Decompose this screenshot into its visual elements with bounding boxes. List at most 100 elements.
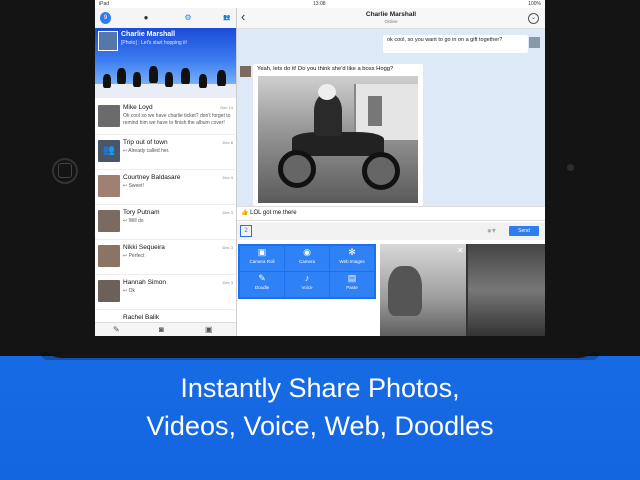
hero-silhouette: [165, 72, 173, 87]
avatar: [98, 210, 120, 232]
conversation-sidebar: 9 ● ⚙ 👥 Charlie Marshall [Photo] : Let's…: [95, 8, 237, 336]
clock: 13:08: [313, 1, 326, 7]
list-item-time: Dec 3: [222, 210, 233, 215]
camera-icon[interactable]: ◙: [159, 325, 164, 334]
avatar: [98, 175, 120, 197]
list-item[interactable]: Nikki Sequeira Dec 3 ↩ Perfect: [95, 240, 236, 275]
paste-button[interactable]: ▤ Paste: [330, 272, 374, 297]
message-photo[interactable]: [258, 76, 418, 203]
message-input[interactable]: 👍 LOL got me there: [237, 206, 545, 221]
more-icon[interactable]: ⌄: [528, 13, 539, 24]
list-item-preview: ↩ Will do: [123, 218, 144, 224]
camera-roll-button[interactable]: ▣ Camera Roll: [240, 246, 284, 271]
list-item-name: Courtney Baldasare: [123, 174, 181, 181]
voice-button[interactable]: ♪ Voice: [285, 272, 329, 297]
tab-chats[interactable]: ●: [139, 12, 153, 24]
home-button-icon: [58, 163, 72, 178]
hero-silhouette: [217, 70, 226, 86]
tab-unread[interactable]: 9: [100, 12, 111, 24]
camera-roll-icon: ▣: [257, 247, 267, 257]
camera-icon: ◉: [303, 247, 311, 257]
list-item-name: Mike Loyd: [123, 104, 153, 111]
list-item-time: Dec 4: [222, 175, 233, 180]
list-item[interactable]: 👥 Trip out of town Dec 8 ↩ Already calle…: [95, 135, 236, 170]
camera-roll-label: Camera Roll: [249, 259, 275, 264]
sidebar-toolbar: ✎ ◙ ▣: [95, 322, 236, 336]
attachment-thumbnails: ✕: [380, 244, 545, 336]
conversation-list: Mike Loyd Dec 14 Ok cool so we have char…: [95, 100, 236, 328]
camera-label: Camera: [298, 259, 315, 264]
hero-silhouette: [149, 66, 158, 83]
list-item-preview: ↩ Perfect: [123, 253, 145, 259]
carrier-label: iPad: [99, 1, 110, 7]
web-images-button[interactable]: ✻ Web Images: [330, 246, 374, 271]
web-images-label: Web Images: [339, 259, 365, 264]
conversation-pane: ‹ Charlie Marshall Online ⌄ ok cool, so …: [237, 8, 545, 336]
paste-icon: ▤: [347, 273, 357, 283]
camera-button[interactable]: ◉ Camera: [285, 246, 329, 271]
list-item-preview: ↩ Ok: [123, 288, 135, 294]
gallery-icon[interactable]: ▣: [205, 325, 213, 334]
avatar: [98, 245, 120, 267]
paste-label: Paste: [346, 285, 358, 290]
tab-contacts[interactable]: 👥: [221, 12, 233, 24]
list-item-preview: ↩ Sweet!: [123, 183, 144, 189]
status-bar: iPad 13:08 100%: [95, 0, 545, 8]
device-screen: iPad 13:08 100% 9 ● ⚙ 👥 Charlie Marshall…: [95, 0, 545, 336]
list-item-name: Hannah Simon: [123, 279, 166, 286]
emoji-icon[interactable]: ●▾: [487, 226, 496, 235]
photo-rider: [314, 94, 342, 136]
list-item[interactable]: Mike Loyd Dec 14 Ok cool so we have char…: [95, 100, 236, 135]
attachment-actions: ▣ Camera Roll ◉ Camera ✻ Web Images ✎ Do…: [238, 244, 376, 299]
thumbnail-subject: [388, 266, 422, 316]
message-text: Yeah, lets do it! Do you think she'd lik…: [257, 66, 394, 72]
list-item-time: Dec 14: [220, 105, 233, 110]
message-thread: ok cool, so you want to go in on a gift …: [237, 29, 545, 206]
list-item[interactable]: Courtney Baldasare Dec 4 ↩ Sweet!: [95, 170, 236, 205]
attachment-thumbnail[interactable]: [468, 244, 545, 336]
tab-settings[interactable]: ⚙: [181, 12, 195, 24]
doodle-icon: ✎: [258, 273, 266, 283]
remove-attachment-icon[interactable]: ✕: [457, 246, 464, 255]
attachment-count-badge[interactable]: 2: [240, 225, 252, 237]
list-item-preview: ↩ Already called her.: [123, 148, 170, 154]
group-icon: 👥: [98, 140, 120, 162]
bezel-right: [545, 0, 640, 356]
message-outgoing: ok cool, so you want to go in on a gift …: [383, 35, 528, 53]
bezel-left: [0, 0, 95, 356]
doodle-button[interactable]: ✎ Doodle: [240, 272, 284, 297]
microphone-icon: ♪: [304, 273, 310, 283]
caption-line-2: Videos, Voice, Web, Doodles: [146, 411, 494, 441]
photo-door: [368, 96, 382, 126]
list-item[interactable]: Hannah Simon Dec 3 ↩ Ok: [95, 275, 236, 310]
conversation-title: Charlie Marshall: [365, 11, 417, 18]
doodle-label: Doodle: [254, 285, 270, 290]
sidebar-item-charlie-marshall[interactable]: Charlie Marshall [Photo] : Let's start h…: [95, 28, 236, 98]
avatar: [98, 280, 120, 302]
list-item-preview: Ok cool so we have charlie ticket? don't…: [123, 113, 231, 126]
avatar: [240, 66, 251, 77]
list-item-name: Rachel Balik: [123, 314, 160, 321]
front-camera: [567, 164, 574, 171]
message-incoming: Yeah, lets do it! Do you think she'd lik…: [253, 64, 423, 206]
conversation-status: Online: [384, 19, 398, 24]
bezel-bottom: [40, 336, 600, 358]
hero-silhouette: [181, 68, 190, 84]
avatar: [529, 37, 540, 48]
hero-silhouette: [103, 74, 111, 88]
list-item[interactable]: Tory Putnam Dec 3 ↩ Will do: [95, 205, 236, 240]
avatar: [98, 31, 118, 51]
list-item-time: Dec 3: [222, 280, 233, 285]
battery-label: 100%: [528, 1, 541, 7]
send-button[interactable]: Send: [509, 226, 539, 236]
compose-icon[interactable]: ✎: [113, 325, 120, 334]
list-item-time: Dec 3: [222, 245, 233, 250]
conversation-header: ‹ Charlie Marshall Online ⌄: [237, 8, 545, 29]
photo-wheel: [278, 150, 316, 188]
web-images-icon: ✻: [348, 247, 356, 257]
ipad-frame: iPad 13:08 100% 9 ● ⚙ 👥 Charlie Marshall…: [0, 0, 640, 360]
sidebar-tabbar: 9 ● ⚙ 👥: [95, 8, 236, 29]
caption-line-1: Instantly Share Photos,: [180, 373, 460, 403]
attachment-thumbnail[interactable]: [380, 244, 466, 336]
message-input-text: 👍 LOL got me there: [241, 210, 297, 216]
